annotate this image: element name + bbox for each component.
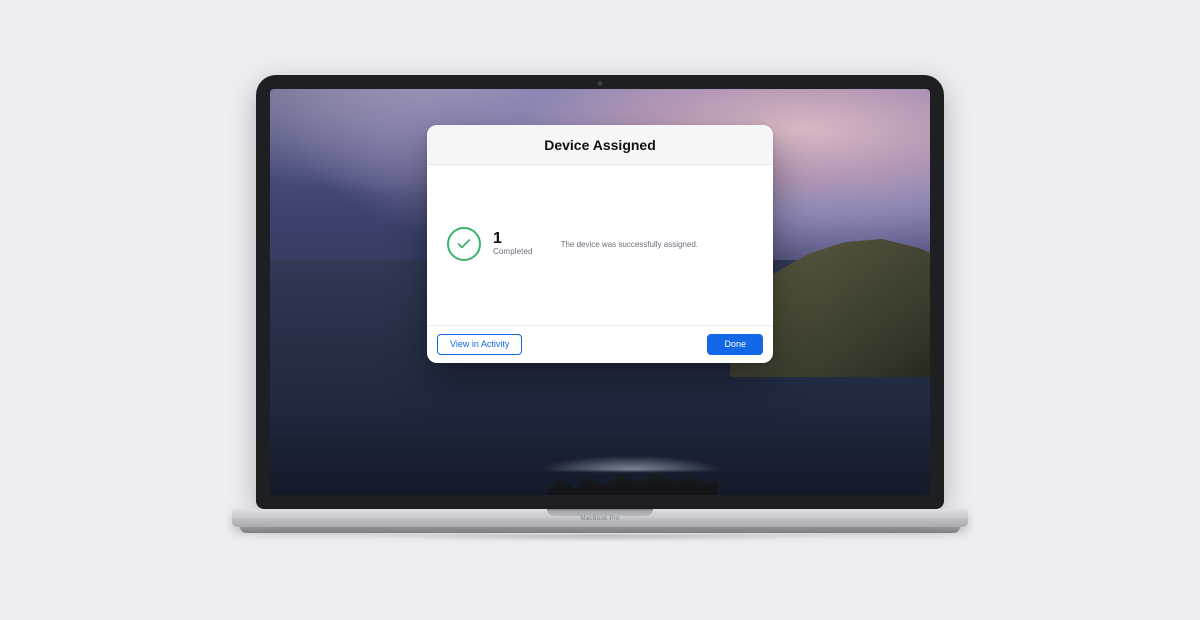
dialog-title: Device Assigned: [427, 125, 773, 165]
view-in-activity-button[interactable]: View in Activity: [437, 334, 522, 355]
dialog-body: 1 Completed The device was successfully …: [427, 165, 773, 325]
camera-dot: [598, 81, 603, 86]
status-message: The device was successfully assigned.: [561, 240, 698, 249]
wallpaper-foam: [521, 449, 741, 471]
completed-count: 1: [493, 231, 533, 248]
laptop-mockup: Device Assigned 1 Completed The device w…: [220, 75, 980, 545]
status-row: 1 Completed The device was successfully …: [447, 227, 753, 261]
dialog-footer: View in Activity Done: [427, 325, 773, 363]
laptop-hinge: MacBook Pro: [232, 509, 968, 527]
completed-label: Completed: [493, 248, 533, 256]
desktop-screen: Device Assigned 1 Completed The device w…: [270, 89, 930, 495]
checkmark-success-icon: [447, 227, 481, 261]
completed-count-block: 1 Completed: [493, 231, 533, 256]
trackpad-notch: [547, 509, 653, 516]
laptop-foot: [240, 527, 960, 533]
laptop-lid: Device Assigned 1 Completed The device w…: [256, 75, 944, 509]
device-assigned-dialog: Device Assigned 1 Completed The device w…: [427, 125, 773, 363]
done-button[interactable]: Done: [707, 334, 763, 355]
laptop-shadow: [320, 535, 880, 545]
laptop-brand-label: MacBook Pro: [580, 516, 619, 522]
